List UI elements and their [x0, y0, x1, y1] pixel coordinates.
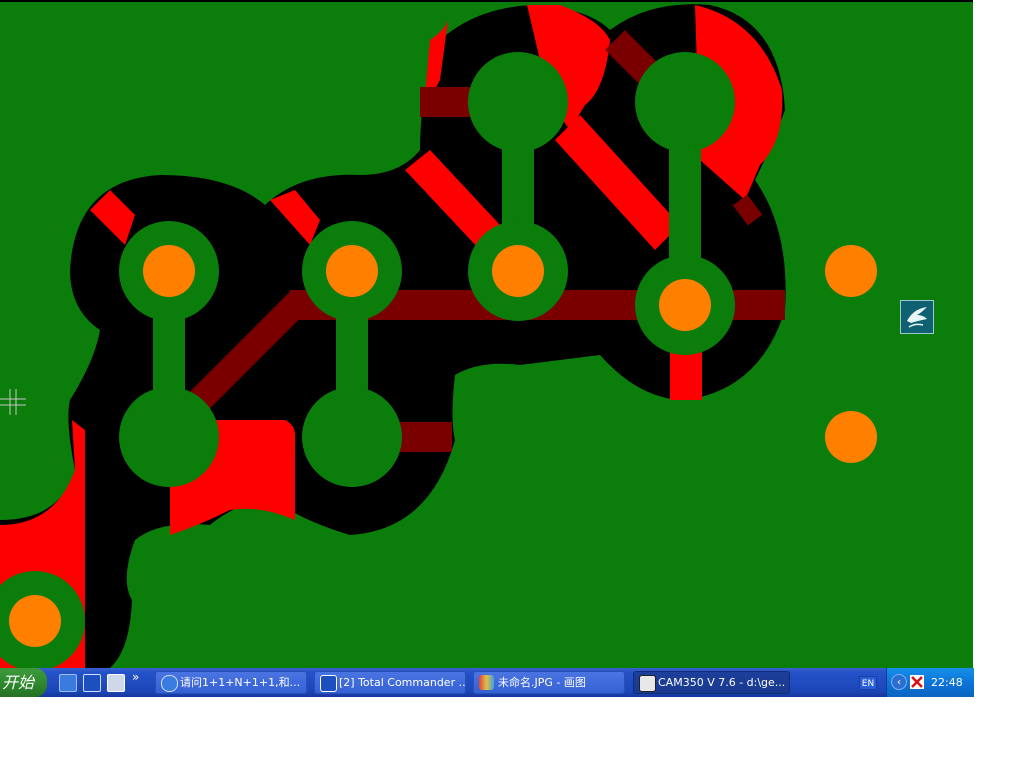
language-indicator[interactable]: EN [859, 676, 877, 690]
bird-icon [907, 307, 927, 328]
cam350-icon [639, 675, 656, 692]
taskbar-task-browser[interactable]: 请问1+1+N+1+1,和... [155, 671, 307, 694]
task-label: 未命名.JPG - 画图 [498, 676, 586, 689]
cam350-canvas[interactable] [0, 0, 973, 668]
desktop-app-icon[interactable] [900, 300, 934, 334]
task-label: CAM350 V 7.6 - d:\ge... [658, 676, 786, 689]
paint-icon [479, 675, 494, 690]
show-hidden-icons-button[interactable]: ‹ [891, 674, 907, 690]
antivirus-tray-icon[interactable] [909, 674, 925, 690]
browser-icon [161, 675, 178, 692]
pcb-layout[interactable] [0, 0, 973, 668]
window-top-border [0, 0, 973, 2]
start-button[interactable]: 开始 [0, 668, 47, 697]
internet-explorer-icon[interactable] [59, 674, 77, 692]
taskbar-task-paint[interactable]: 未命名.JPG - 画图 [473, 671, 625, 694]
taskbar-task-total-commander[interactable]: [2] Total Commander ... [314, 671, 466, 694]
task-label: [2] Total Commander ... [339, 676, 466, 689]
task-label: 请问1+1+N+1+1,和... [180, 676, 301, 689]
floppy-icon [320, 675, 337, 692]
taskbar-task-cam350[interactable]: CAM350 V 7.6 - d:\ge... [633, 671, 790, 694]
clock[interactable]: 22:48 [931, 668, 963, 697]
floppy-icon[interactable] [83, 674, 101, 692]
quick-launch-more-button[interactable]: » [132, 668, 139, 686]
document-icon[interactable] [107, 674, 125, 692]
crosshair-cursor-icon [0, 389, 26, 415]
system-tray: ‹ 22:48 [886, 668, 974, 697]
taskbar: 开始 » 请问1+1+N+1+1,和... [2] Total Commande… [0, 668, 974, 697]
